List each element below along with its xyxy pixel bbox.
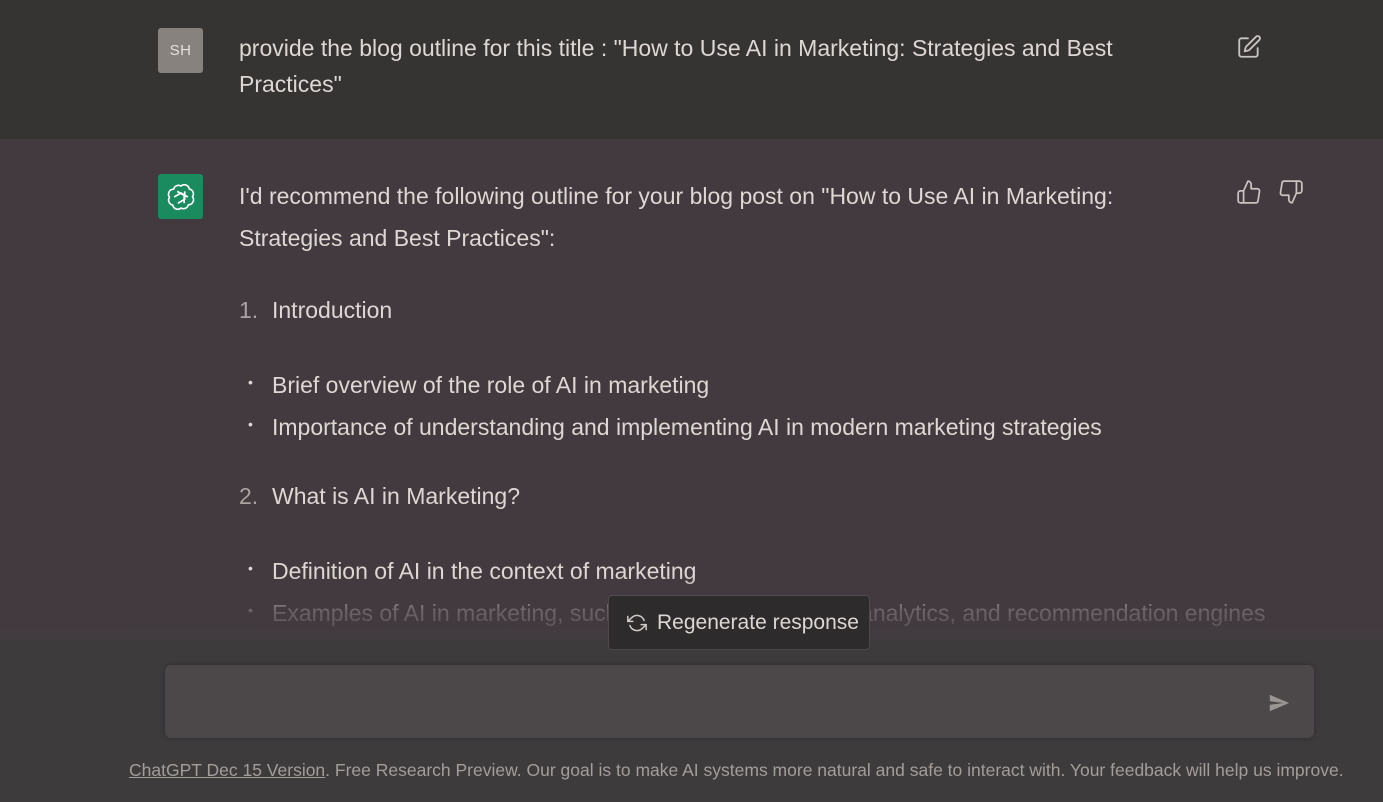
footer-disclaimer: ChatGPT Dec 15 Version. Free Research Pr…	[129, 758, 1369, 782]
outline-bullet: • Brief overview of the role of AI in mar…	[248, 367, 709, 400]
bullet-icon: •	[248, 374, 253, 390]
refresh-icon	[627, 614, 647, 631]
outline-number: 2.	[239, 483, 259, 509]
bullet-text: Brief overview of the role of AI in mark…	[272, 372, 710, 398]
regenerate-label: Regenerate response	[657, 610, 859, 634]
message-input[interactable]	[183, 683, 1247, 721]
regenerate-response-button[interactable]: Regenerate response	[608, 595, 870, 650]
openai-logo-icon	[167, 183, 194, 210]
assistant-intro-text: I'd recommend the following outline for …	[239, 183, 1114, 251]
version-link[interactable]: ChatGPT Dec 15 Version	[129, 760, 325, 780]
user-message-text: provide the blog outline for this title …	[239, 35, 1113, 97]
assistant-avatar	[158, 174, 203, 219]
footer-text: . Free Research Preview. Our goal is to …	[325, 760, 1344, 780]
outline-item: 2. What is AI in Marketing?	[239, 481, 520, 511]
outline-bullet: • Definition of AI in the context of mark…	[248, 553, 696, 586]
bullet-icon: •	[248, 560, 253, 576]
outline-title: Introduction	[272, 297, 393, 323]
edit-icon[interactable]	[1236, 34, 1262, 60]
bullet-text: Importance of understanding and implemen…	[272, 414, 1102, 440]
thumbs-down-icon[interactable]	[1278, 179, 1304, 205]
bullet-text: Definition of AI in the context of marke…	[272, 558, 697, 584]
bullet-icon: •	[248, 416, 253, 432]
message-composer	[165, 665, 1314, 738]
chat-page: SH provide the blog outline for this tit…	[0, 0, 1383, 802]
thumbs-up-icon[interactable]	[1236, 179, 1262, 205]
outline-title: What is AI in Marketing?	[272, 483, 520, 509]
outline-bullet: • Importance of understanding and impleme…	[248, 409, 1102, 442]
send-icon[interactable]	[1268, 692, 1290, 714]
user-avatar: SH	[158, 28, 203, 73]
outline-number: 1.	[239, 297, 259, 323]
bullet-icon: •	[248, 602, 253, 618]
outline-item: 1. Introduction	[239, 295, 392, 325]
